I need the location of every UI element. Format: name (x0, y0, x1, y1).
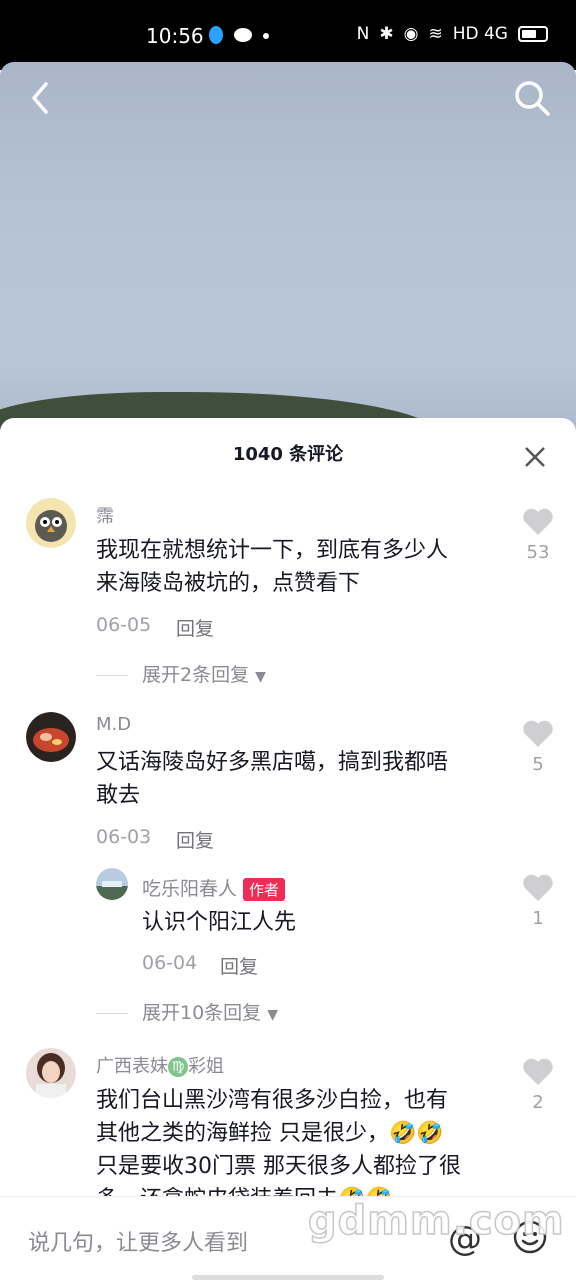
home-indicator[interactable] (192, 1275, 384, 1280)
like-button[interactable]: 2 (518, 1058, 558, 1113)
comment-text-line: 敢去 (96, 783, 141, 808)
reply-button[interactable]: 回复 (220, 952, 258, 979)
like-count: 5 (532, 754, 544, 775)
chevron-down-icon: ▼ (255, 669, 266, 685)
comments-count-title: 1040 条评论 (232, 444, 344, 465)
status-bar: 10:56 N ✱ ◉ ≋ HD 4G (0, 0, 576, 70)
reply-username-text: 吃乐阳春人 (142, 878, 238, 900)
comment-username[interactable]: 广西表妹 ♍ 彩姐 (96, 1052, 224, 1078)
reply-date: 06-04 (142, 952, 198, 974)
expand-replies-button[interactable]: 展开2条回复 ▼ (96, 660, 266, 687)
back-button[interactable] (22, 78, 62, 118)
comment-date: 06-03 (96, 826, 152, 848)
search-button[interactable] (512, 78, 552, 118)
reply-text: 认识个阳江人先 (142, 910, 297, 935)
reply-button[interactable]: 回复 (176, 826, 214, 853)
expand-replies-button[interactable]: 展开10条回复 ▼ (96, 998, 278, 1025)
close-button[interactable] (520, 442, 550, 472)
avatar[interactable] (26, 1048, 76, 1098)
avatar[interactable] (96, 868, 128, 900)
comment-date: 06-05 (96, 614, 152, 636)
like-count: 1 (532, 908, 544, 929)
avatar[interactable] (26, 712, 76, 762)
like-count: 53 (526, 542, 550, 563)
network-label: HD 4G (452, 24, 508, 44)
comment-text-line: 又话海陵岛好多黑店噶，搞到我都唔 (96, 750, 449, 775)
bluetooth-icon: ✱ (379, 24, 394, 44)
heart-icon (523, 720, 553, 747)
like-count: 2 (532, 1092, 544, 1113)
comment-text-line: 其他之类的海鲜捡 只是很少，🤣🤣 (96, 1121, 444, 1146)
system-icons: N ✱ ◉ ≋ HD 4G (357, 24, 548, 44)
comment-username-part: 彩姐 (188, 1056, 224, 1077)
comment-input[interactable]: 说几句，让更多人看到 (28, 1225, 248, 1257)
comment-username[interactable]: M.D (96, 714, 131, 735)
comment-username-part: 广西表妹 (96, 1056, 168, 1077)
reply-username[interactable]: 吃乐阳春人 作者 (142, 874, 286, 901)
video-preview[interactable] (0, 62, 576, 442)
close-icon (525, 447, 545, 467)
comment-text-line: 我们台山黑沙湾有很多沙白捡，也有 (96, 1088, 449, 1113)
avatar[interactable] (26, 498, 76, 548)
heart-icon (523, 508, 553, 535)
comment-username[interactable]: 霈 (96, 502, 114, 528)
battery-icon (518, 26, 548, 42)
virgo-icon: ♍ (168, 1057, 188, 1077)
heart-icon (523, 874, 553, 901)
wifi-icon: ≋ (428, 24, 443, 44)
chevron-left-icon (32, 82, 48, 114)
comment-text-line: 我现在就想统计一下，到底有多少人 (96, 538, 449, 563)
status-time: 10:56 (146, 24, 204, 48)
divider (96, 1013, 128, 1014)
like-button[interactable]: 1 (518, 874, 558, 929)
author-badge: 作者 (243, 878, 286, 901)
location-icon: ◉ (403, 24, 419, 44)
expand-replies-label: 展开10条回复 (142, 1002, 262, 1024)
reply-button[interactable]: 回复 (176, 614, 214, 641)
divider (96, 675, 128, 676)
search-icon (515, 81, 550, 116)
comment-text-line: 来海陵岛被坑的，点赞看下 (96, 571, 361, 596)
watermark-text: gdmm.com (307, 1197, 565, 1245)
comment-text-line: 只是要收30门票 那天很多人都捡了很 (96, 1154, 461, 1179)
notification-icons (208, 25, 288, 50)
chevron-down-icon: ▼ (267, 1007, 279, 1023)
comments-sheet: 1040 条评论 霈 我现在就想统计一下，到底有多少人 来海陵岛被坑的，点赞看下… (0, 418, 576, 1280)
comment-text: 我现在就想统计一下，到底有多少人 来海陵岛被坑的，点赞看下 (96, 534, 448, 600)
like-button[interactable]: 5 (518, 720, 558, 775)
nfc-icon: N (356, 24, 370, 44)
like-button[interactable]: 53 (518, 508, 558, 563)
heart-icon (523, 1058, 553, 1085)
comment-text: 又话海陵岛好多黑店噶，搞到我都唔 敢去 (96, 746, 448, 812)
expand-replies-label: 展开2条回复 (142, 664, 250, 686)
